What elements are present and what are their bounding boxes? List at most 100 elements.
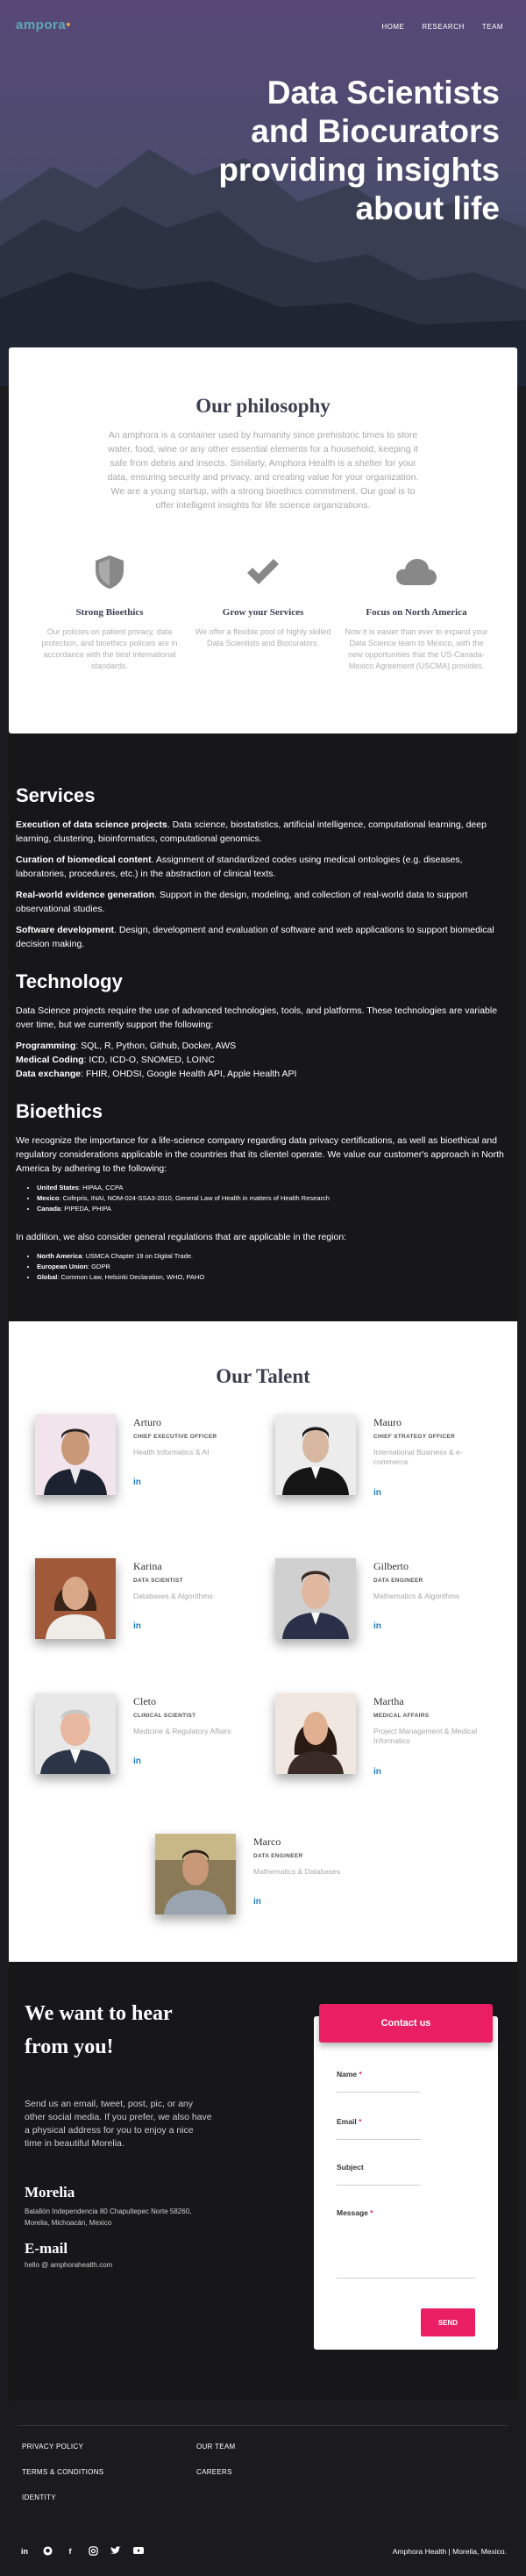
- message-field[interactable]: Message *: [337, 2204, 475, 2279]
- footer-link-privacy[interactable]: PRIVACY POLICY: [22, 2443, 83, 2451]
- contact-heading: We want to hear from you!: [25, 2002, 173, 2058]
- bioethics-title: Bioethics: [16, 1100, 103, 1122]
- footer-link-careers[interactable]: CAREERS: [196, 2468, 232, 2476]
- field-label: Email *: [337, 2117, 361, 2126]
- required-mark: *: [370, 2208, 373, 2217]
- member-description: International Business & e-commerce: [373, 1448, 463, 1466]
- linkedin-icon[interactable]: in: [133, 1478, 141, 1487]
- bioethics-country-list: United States: HIPAA, CCPA Mexico: Cofep…: [37, 1183, 510, 1214]
- send-button[interactable]: SEND: [421, 2308, 475, 2336]
- tech-item: Programming: SQL, R, Python, Github, Doc…: [16, 1039, 510, 1053]
- feature-title: Strong Bioethics: [75, 607, 144, 618]
- cloud-icon: [342, 553, 491, 591]
- nav-team[interactable]: TEAM: [482, 23, 503, 31]
- feature-title: Focus on North America: [366, 607, 467, 618]
- hero-title: Data Scientists and Biocurators providin…: [218, 75, 500, 226]
- tech-label: Programming: [16, 1041, 76, 1051]
- tech-item: Data exchange: FHIR, OHDSI, Google Healt…: [16, 1067, 510, 1081]
- label-text: Message: [337, 2208, 368, 2217]
- member-name: Arturo: [133, 1416, 161, 1428]
- philosophy-title: Our philosophy: [195, 395, 331, 417]
- name-input[interactable]: [337, 2092, 421, 2093]
- team-member-gilberto: Gilberto DATA ENGINEER Mathematics & Alg…: [275, 1558, 494, 1646]
- service-item: Curation of biomedical content. Assignme…: [16, 853, 510, 881]
- tech-text: : FHIR, OHDSI, Google Health API, Apple …: [81, 1069, 297, 1079]
- member-role: MEDICAL AFFAIRS: [373, 1713, 430, 1719]
- footer-link-team[interactable]: OUR TEAM: [196, 2443, 235, 2451]
- nav-research[interactable]: RESEARCH: [422, 23, 464, 31]
- instagram-icon[interactable]: [88, 2546, 98, 2557]
- avatar: [275, 1414, 356, 1495]
- email-title: E-mail: [25, 2240, 68, 2257]
- tech-label: Data exchange: [16, 1069, 82, 1079]
- message-input[interactable]: [337, 2278, 475, 2279]
- hero: ampora• HOME RESEARCH TEAM Data Scientis…: [0, 0, 526, 386]
- item-label: North America: [37, 1252, 82, 1260]
- linkedin-icon[interactable]: in: [19, 2546, 30, 2557]
- team-member-karina: Karina DATA SCIENTIST Databases & Algori…: [35, 1558, 254, 1646]
- feature-grow: Grow your Services We offer a flexible p…: [188, 553, 338, 649]
- subject-input[interactable]: [337, 2185, 421, 2186]
- footer-link-terms[interactable]: TERMS & CONDITIONS: [22, 2468, 103, 2476]
- location-title: Morelia: [25, 2184, 75, 2200]
- member-description: Mathematics & Databases: [253, 1867, 341, 1876]
- bioethics-general-list: North America: USMCA Chapter 19 on Digit…: [37, 1251, 510, 1283]
- service-label: Curation of biomedical content: [16, 855, 152, 865]
- item-label: European Union: [37, 1263, 88, 1270]
- email-input[interactable]: [337, 2139, 421, 2140]
- team-member-martha: Martha MEDICAL AFFAIRS Project Managemen…: [275, 1693, 494, 1781]
- nav-home[interactable]: HOME: [381, 23, 404, 31]
- avatar: [35, 1693, 116, 1774]
- talent-title: Our Talent: [216, 1365, 310, 1387]
- copyright: Amphora Health | Morelia, Mexico.: [392, 2547, 507, 2556]
- service-item: Real-world evidence generation. Support …: [16, 888, 510, 916]
- footer-link-identity[interactable]: IDENTITY: [22, 2494, 56, 2501]
- youtube-icon[interactable]: [133, 2546, 144, 2557]
- linkedin-icon[interactable]: in: [373, 1621, 381, 1631]
- twitter-icon[interactable]: [110, 2546, 121, 2557]
- github-icon[interactable]: [42, 2546, 53, 2557]
- services-title: Services: [16, 784, 96, 806]
- linkedin-icon[interactable]: in: [373, 1767, 381, 1777]
- location-address: Batallón Independencia 80 Chapultepec No…: [25, 2207, 192, 2227]
- philosophy-text: An amphora is a container used by humani…: [107, 430, 419, 511]
- facebook-icon[interactable]: f: [65, 2546, 75, 2557]
- service-item: Software development. Design, developmen…: [16, 923, 510, 951]
- field-label: Message *: [337, 2208, 373, 2217]
- tech-label: Medical Coding: [16, 1055, 84, 1065]
- member-name: Cleto: [133, 1695, 156, 1707]
- technology-title: Technology: [16, 970, 123, 992]
- item-label: Global: [37, 1273, 58, 1281]
- contact-text: Send us an email, tweet, post, pic, or a…: [25, 2099, 212, 2149]
- member-description: Health Informatics & AI: [133, 1448, 210, 1456]
- avatar: [275, 1558, 356, 1639]
- linkedin-icon[interactable]: in: [253, 1897, 261, 1907]
- linkedin-icon[interactable]: in: [133, 1621, 141, 1631]
- avatar: [35, 1414, 116, 1495]
- linkedin-icon[interactable]: in: [133, 1757, 141, 1766]
- item-text: : Cofepris, INAI, NOM-024-SSA3-2010, Gen…: [59, 1194, 330, 1202]
- team-member-arturo: Arturo CHIEF EXECUTIVE OFFICER Health In…: [35, 1414, 254, 1502]
- feature-text: Our policies on patient privacy, data pr…: [41, 627, 178, 670]
- email-field[interactable]: Email *: [337, 2113, 421, 2140]
- name-field[interactable]: Name *: [337, 2065, 421, 2093]
- subject-field[interactable]: Subject: [337, 2158, 421, 2186]
- bioethics-general-intro: In addition, we also consider general re…: [16, 1232, 347, 1242]
- item-text: : PIPEDA, PHIPA: [60, 1205, 111, 1213]
- label-text: Subject: [337, 2163, 364, 2172]
- feature-title: Grow your Services: [222, 607, 304, 618]
- linkedin-icon[interactable]: in: [373, 1488, 381, 1498]
- social-links: in f: [19, 2546, 144, 2557]
- shield-icon: [35, 553, 184, 591]
- feature-north-america: Focus on North America Now it is easier …: [342, 553, 491, 672]
- team-member-mauro: Mauro CHIEF STRATEGY OFFICER Internation…: [275, 1414, 494, 1502]
- item-text: : HIPAA, CCPA: [78, 1184, 124, 1191]
- check-icon: [188, 553, 338, 591]
- list-item: European Union: GDPR: [37, 1262, 510, 1272]
- email-address[interactable]: hello @ amphorahealth.com: [25, 2261, 112, 2269]
- member-name: Gilberto: [373, 1560, 409, 1572]
- item-label: United States: [37, 1184, 79, 1191]
- member-name: Marco: [253, 1835, 281, 1848]
- brand-logo[interactable]: ampora•: [16, 18, 71, 32]
- tech-text: : ICD, ICD-O, SNOMED, LOINC: [83, 1055, 215, 1065]
